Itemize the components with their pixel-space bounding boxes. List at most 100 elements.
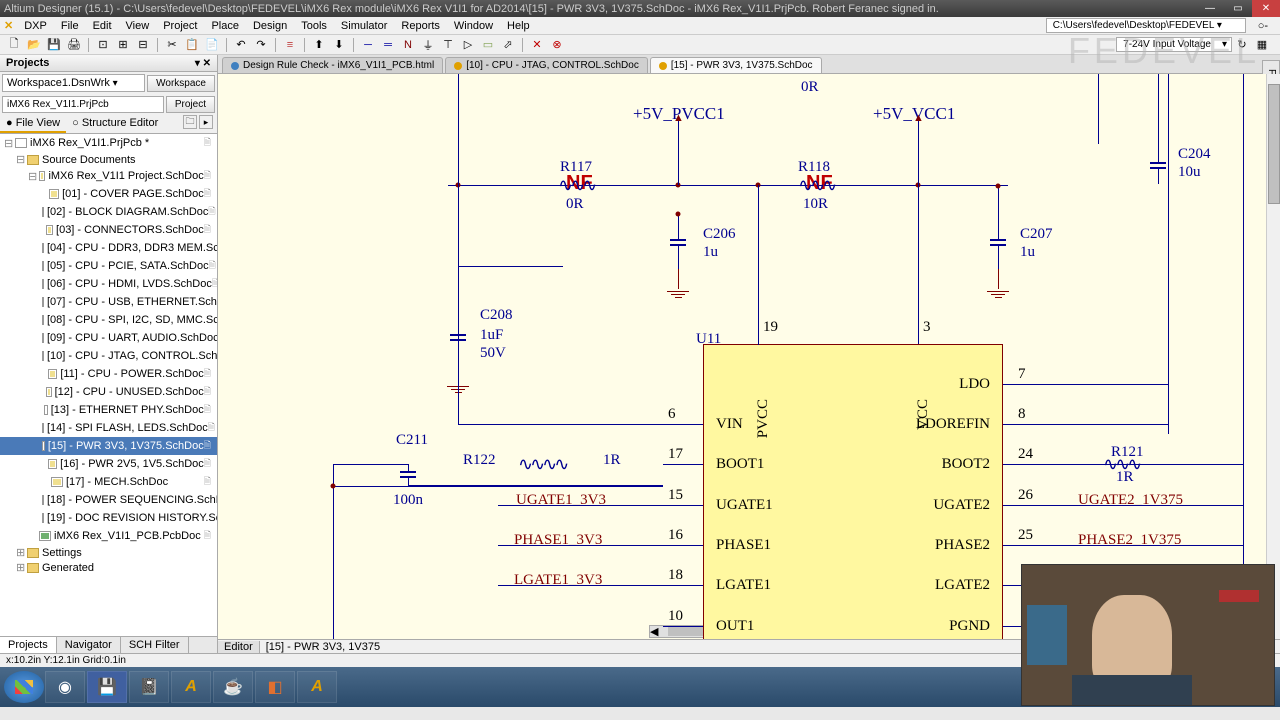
tree-item[interactable]: [08] - CPU - SPI, I2C, SD, MMC.SchDoc🗎: [0, 311, 217, 329]
panel-cfg-icon[interactable]: 🗀: [183, 115, 197, 129]
doctab[interactable]: Design Rule Check - iMX6_V1I1_PCB.html: [222, 57, 443, 73]
bus-icon[interactable]: ═: [380, 37, 396, 53]
netlabel-icon[interactable]: N: [400, 37, 416, 53]
menu-design[interactable]: Design: [246, 20, 294, 32]
variant-dropdown[interactable]: 7-24V Input Voltage: [1116, 37, 1232, 52]
zoom-sel-icon[interactable]: ⊟: [135, 37, 151, 53]
tree-item[interactable]: [16] - PWR 2V5, 1V5.SchDoc🗎: [0, 455, 217, 473]
print-icon[interactable]: 🖨: [66, 37, 82, 53]
minimize-btn[interactable]: —: [1196, 0, 1224, 17]
tree-item[interactable]: [19] - DOC REVISION HISTORY.SchDoc🗎: [0, 509, 217, 527]
tree-item[interactable]: [04] - CPU - DDR3, DDR3 MEM.SchDoc🗎: [0, 239, 217, 257]
menu-project[interactable]: Project: [156, 20, 204, 32]
tree-item[interactable]: [03] - CONNECTORS.SchDoc🗎: [0, 221, 217, 239]
noerc-icon[interactable]: ⊗: [549, 37, 565, 53]
orange-icon[interactable]: ◧: [255, 671, 295, 703]
tree-item[interactable]: ⊟Source Documents: [0, 152, 217, 167]
panel-title: Projects ▾ ✕: [0, 55, 217, 72]
menu-dxp[interactable]: DXP: [17, 20, 54, 32]
menu-help[interactable]: Help: [500, 20, 537, 32]
tree-item[interactable]: ⊟iMX6 Rex_V1I1 Project.SchDoc🗎: [0, 167, 217, 185]
tree-item[interactable]: ⊟iMX6 Rex_V1I1.PrjPcb *🗎: [0, 134, 217, 152]
menu-window[interactable]: Window: [447, 20, 500, 32]
menu-file[interactable]: File: [54, 20, 86, 32]
refresh-icon[interactable]: ↻: [1234, 37, 1250, 53]
maximize-btn[interactable]: ▭: [1224, 0, 1252, 17]
new-icon[interactable]: 🗋: [6, 37, 22, 53]
tree-item[interactable]: [06] - CPU - HDMI, LVDS.SchDoc🗎: [0, 275, 217, 293]
zoom-area-icon[interactable]: ⊞: [115, 37, 131, 53]
doctab[interactable]: [15] - PWR 3V3, 1V375.SchDoc: [650, 57, 822, 73]
cross-icon[interactable]: ✕: [529, 37, 545, 53]
wire-icon[interactable]: ─: [360, 37, 376, 53]
menu-place[interactable]: Place: [204, 20, 246, 32]
tree-item[interactable]: ⊞Settings: [0, 545, 217, 560]
book-icon[interactable]: 📓: [129, 671, 169, 703]
projects-panel: Projects ▾ ✕ Workspace1.DsnWrk ▾ Workspa…: [0, 55, 218, 653]
cut-icon[interactable]: ✂: [164, 37, 180, 53]
menu-view[interactable]: View: [119, 20, 157, 32]
tree-item[interactable]: [01] - COVER PAGE.SchDoc🗎: [0, 185, 217, 203]
panel-opt-icon[interactable]: ▸: [199, 115, 213, 129]
tree-item[interactable]: ⊞Generated: [0, 560, 217, 575]
hier-up-icon[interactable]: ⬆: [311, 37, 327, 53]
close-btn[interactable]: ✕: [1252, 0, 1280, 17]
port-icon[interactable]: ⬀: [500, 37, 516, 53]
grid-icon[interactable]: ▦: [1254, 37, 1270, 53]
btab-projects[interactable]: Projects: [0, 637, 57, 653]
chrome-icon[interactable]: ◉: [45, 671, 85, 703]
java-icon[interactable]: ☕: [213, 671, 253, 703]
tree-item[interactable]: [13] - ETHERNET PHY.SchDoc🗎: [0, 401, 217, 419]
tree-item[interactable]: [05] - CPU - PCIE, SATA.SchDoc🗎: [0, 257, 217, 275]
save-icon[interactable]: 💾: [46, 37, 62, 53]
path-input[interactable]: C:\Users\fedevel\Desktop\FEDEVEL ▾: [1046, 18, 1246, 33]
vscrollbar[interactable]: [1266, 74, 1280, 639]
workspace-btn[interactable]: Workspace: [147, 75, 215, 92]
structure-tab[interactable]: ○ Structure Editor: [66, 115, 164, 133]
tree-item[interactable]: [10] - CPU - JTAG, CONTROL.SchDoc🗎: [0, 347, 217, 365]
altium2-icon[interactable]: A: [297, 671, 337, 703]
copy-icon[interactable]: 📋: [184, 37, 200, 53]
menu-tools[interactable]: Tools: [294, 20, 334, 32]
menu-simulator[interactable]: Simulator: [334, 20, 394, 32]
paste-icon[interactable]: 📄: [204, 37, 220, 53]
notepad-icon[interactable]: 💾: [87, 671, 127, 703]
fileview-tab[interactable]: ● File View: [0, 115, 66, 133]
menu-reports[interactable]: Reports: [394, 20, 447, 32]
titlebar: Altium Designer (15.1) - C:\Users\fedeve…: [0, 0, 1280, 17]
part-icon[interactable]: ▷: [460, 37, 476, 53]
btab-navigator[interactable]: Navigator: [57, 637, 121, 653]
tree-item[interactable]: [02] - BLOCK DIAGRAM.SchDoc🗎: [0, 203, 217, 221]
doctab[interactable]: [10] - CPU - JTAG, CONTROL.SchDoc: [445, 57, 648, 73]
menubar: ✕ DXPFileEditViewProjectPlaceDesignTools…: [0, 17, 1280, 35]
undo-icon[interactable]: ↶: [233, 37, 249, 53]
open-icon[interactable]: 📂: [26, 37, 42, 53]
menu-edit[interactable]: Edit: [86, 20, 119, 32]
tree-item[interactable]: [12] - CPU - UNUSED.SchDoc🗎: [0, 383, 217, 401]
hier-down-icon[interactable]: ⬇: [331, 37, 347, 53]
pwr-icon[interactable]: ⊤: [440, 37, 456, 53]
tree-item[interactable]: [09] - CPU - UART, AUDIO.SchDoc🗎: [0, 329, 217, 347]
search-icon[interactable]: ○-: [1254, 20, 1272, 32]
gnd-icon[interactable]: ⏚: [420, 37, 436, 53]
workspace-input[interactable]: Workspace1.DsnWrk ▾: [2, 74, 145, 92]
project-btn[interactable]: Project: [166, 96, 215, 113]
tree-item[interactable]: [18] - POWER SEQUENCING.SchDoc🗎: [0, 491, 217, 509]
tree-item[interactable]: iMX6 Rex_V1I1_PCB.PcbDoc🗎: [0, 527, 217, 545]
zoom-fit-icon[interactable]: ⊡: [95, 37, 111, 53]
btab-sch-filter[interactable]: SCH Filter: [121, 637, 189, 653]
tree-item[interactable]: [14] - SPI FLASH, LEDS.SchDoc🗎: [0, 419, 217, 437]
schematic-editor[interactable]: ◀▶ U11PVCC19VCC3VIN6BOOT117UGATE115PHASE…: [218, 74, 1280, 639]
altium1-icon[interactable]: A: [171, 671, 211, 703]
panel-close-icon[interactable]: ▾ ✕: [195, 58, 211, 69]
project-tree[interactable]: ⊟iMX6 Rex_V1I1.PrjPcb *🗎⊟Source Document…: [0, 134, 217, 636]
tree-item[interactable]: [11] - CPU - POWER.SchDoc🗎: [0, 365, 217, 383]
project-input[interactable]: iMX6 Rex_V1I1.PrjPcb: [2, 96, 164, 113]
tree-item[interactable]: [17] - MECH.SchDoc🗎: [0, 473, 217, 491]
tree-item[interactable]: [07] - CPU - USB, ETHERNET.SchDoc🗎: [0, 293, 217, 311]
redo-icon[interactable]: ↷: [253, 37, 269, 53]
mode-icon[interactable]: ≡: [282, 37, 298, 53]
start-button[interactable]: [4, 671, 44, 703]
sheet-icon[interactable]: ▭: [480, 37, 496, 53]
tree-item[interactable]: [15] - PWR 3V3, 1V375.SchDoc🗎: [0, 437, 217, 455]
